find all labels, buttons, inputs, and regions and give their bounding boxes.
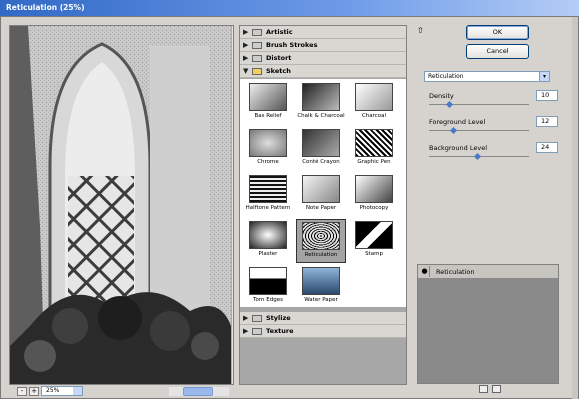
filter-caption: Conté Crayon: [302, 159, 340, 165]
triangle-right-icon: ▶: [243, 54, 249, 62]
filter-select[interactable]: Reticulation ▾: [424, 71, 550, 82]
filter-caption: Photocopy: [359, 205, 389, 211]
open-folder-icon: [252, 68, 262, 75]
filter-tile-plaster[interactable]: Plaster: [243, 219, 293, 263]
filter-tile-note-paper[interactable]: Note Paper: [296, 173, 346, 217]
filter-caption: Note Paper: [305, 205, 337, 211]
filter-gallery-window: - + 25% ▶ Artistic ▶ Brush Strokes ▶ Dis…: [0, 16, 579, 399]
hscroll-thumb[interactable]: [183, 387, 213, 396]
filter-tile-graphic-pen[interactable]: Graphic Pen: [349, 127, 399, 171]
filter-tile-chalk-charcoal[interactable]: Chalk & Charcoal: [296, 81, 346, 125]
triangle-right-icon: ▶: [243, 41, 249, 49]
filter-tile-charcoal[interactable]: Charcoal: [349, 81, 399, 125]
filter-caption: Halftone Pattern: [245, 205, 291, 211]
filter-caption: Plaster: [258, 251, 278, 257]
filter-tile-conte-crayon[interactable]: Conté Crayon: [296, 127, 346, 171]
category-label: Artistic: [266, 28, 293, 36]
category-label: Brush Strokes: [266, 41, 318, 49]
delete-effect-layer-icon[interactable]: [492, 385, 501, 393]
scroll-up-arrow-icon[interactable]: [233, 27, 234, 36]
filter-caption: Reticulation: [304, 252, 338, 258]
effect-layer-row[interactable]: ● Reticulation: [418, 265, 558, 279]
filter-caption: Torn Edges: [253, 297, 283, 303]
cancel-button[interactable]: Cancel: [466, 44, 529, 59]
filter-tile-torn-edges[interactable]: Torn Edges: [243, 265, 293, 309]
new-effect-layer-icon[interactable]: [479, 385, 488, 393]
preview-horizontal-scrollbar[interactable]: [169, 387, 229, 396]
category-label: Distort: [266, 54, 292, 62]
filter-tile-bas-relief[interactable]: Bas Relief: [243, 81, 293, 125]
filter-caption: Chalk & Charcoal: [297, 113, 345, 119]
triangle-right-icon: ▶: [243, 28, 249, 36]
foreground-level-slider-knob[interactable]: [449, 126, 458, 135]
density-slider-knob[interactable]: [445, 100, 454, 109]
layer-actions: [479, 385, 509, 395]
filter-caption: Water Paper: [304, 297, 338, 303]
category-stylize[interactable]: ▶ Stylize: [240, 312, 406, 325]
param-label: Foreground Level: [429, 118, 486, 126]
density-input[interactable]: 10: [536, 90, 558, 101]
slider-track: [429, 130, 529, 131]
zoom-value: 25%: [46, 387, 60, 394]
category-sketch[interactable]: ▼ Sketch: [240, 65, 406, 78]
triangle-down-icon: ▼: [243, 67, 249, 75]
zoom-bar: - + 25%: [9, 386, 234, 397]
title-bar: Reticulation (25%): [0, 0, 579, 16]
slider-track: [429, 104, 529, 105]
triangle-right-icon: ▶: [243, 327, 249, 335]
category-label: Stylize: [266, 314, 291, 322]
folder-icon: [252, 29, 262, 36]
preview-vertical-scrollbar[interactable]: [231, 26, 234, 384]
param-background-level: Background Level 24: [429, 142, 559, 168]
scroll-thumb[interactable]: [233, 48, 234, 356]
window-edge: [572, 17, 578, 399]
filter-tile-water-paper[interactable]: Water Paper: [296, 265, 346, 309]
category-label: Sketch: [266, 67, 291, 75]
category-brush-strokes[interactable]: ▶ Brush Strokes: [240, 39, 406, 52]
zoom-in-button[interactable]: +: [29, 387, 39, 396]
category-distort[interactable]: ▶ Distort: [240, 52, 406, 65]
filter-caption: Chrome: [257, 159, 279, 165]
param-density: Density 10: [429, 90, 559, 116]
background-level-input[interactable]: 24: [536, 142, 558, 153]
background-level-slider-knob[interactable]: [473, 152, 482, 161]
filter-gallery: ▶ Artistic ▶ Brush Strokes ▶ Distort ▼ S…: [239, 25, 407, 385]
window-title: Reticulation (25%): [6, 3, 85, 12]
folder-icon: [252, 55, 262, 62]
filter-caption: Charcoal: [361, 113, 387, 119]
collapse-gallery-icon[interactable]: ⇧: [417, 27, 426, 36]
chevron-down-icon: ▾: [539, 72, 549, 81]
preview-image: [10, 26, 231, 384]
folder-icon: [252, 315, 262, 322]
filter-caption: Stamp: [365, 251, 383, 257]
chevron-down-icon: [73, 387, 82, 395]
zoom-select[interactable]: 25%: [41, 386, 83, 396]
filter-tile-halftone-pattern[interactable]: Halftone Pattern: [243, 173, 293, 217]
filter-tile-stamp[interactable]: Stamp: [349, 219, 399, 263]
filter-tile-reticulation[interactable]: Reticulation: [296, 219, 346, 263]
scroll-down-arrow-icon[interactable]: [233, 374, 234, 383]
foreground-level-input[interactable]: 12: [536, 116, 558, 127]
param-label: Background Level: [429, 144, 488, 152]
filter-caption: Bas Relief: [254, 113, 282, 119]
sketch-thumbnails: Bas Relief Chalk & Charcoal Charcoal Chr…: [240, 79, 406, 307]
filter-caption: Graphic Pen: [357, 159, 391, 165]
ok-button[interactable]: OK: [466, 25, 529, 40]
filter-select-value: Reticulation: [428, 73, 464, 80]
category-label: Texture: [266, 327, 294, 335]
triangle-right-icon: ▶: [243, 314, 249, 322]
param-label: Density: [429, 92, 454, 100]
filter-tile-photocopy[interactable]: Photocopy: [349, 173, 399, 217]
zoom-out-button[interactable]: -: [17, 387, 27, 396]
effect-layers-panel: ● Reticulation: [417, 264, 559, 384]
category-texture[interactable]: ▶ Texture: [240, 325, 406, 338]
category-artistic[interactable]: ▶ Artistic: [240, 26, 406, 39]
filter-tile-chrome[interactable]: Chrome: [243, 127, 293, 171]
param-foreground-level: Foreground Level 12: [429, 116, 559, 142]
preview-pane[interactable]: [9, 25, 234, 385]
folder-icon: [252, 328, 262, 335]
effect-layer-label: Reticulation: [436, 268, 475, 276]
folder-icon: [252, 42, 262, 49]
eye-icon[interactable]: ●: [420, 266, 430, 277]
